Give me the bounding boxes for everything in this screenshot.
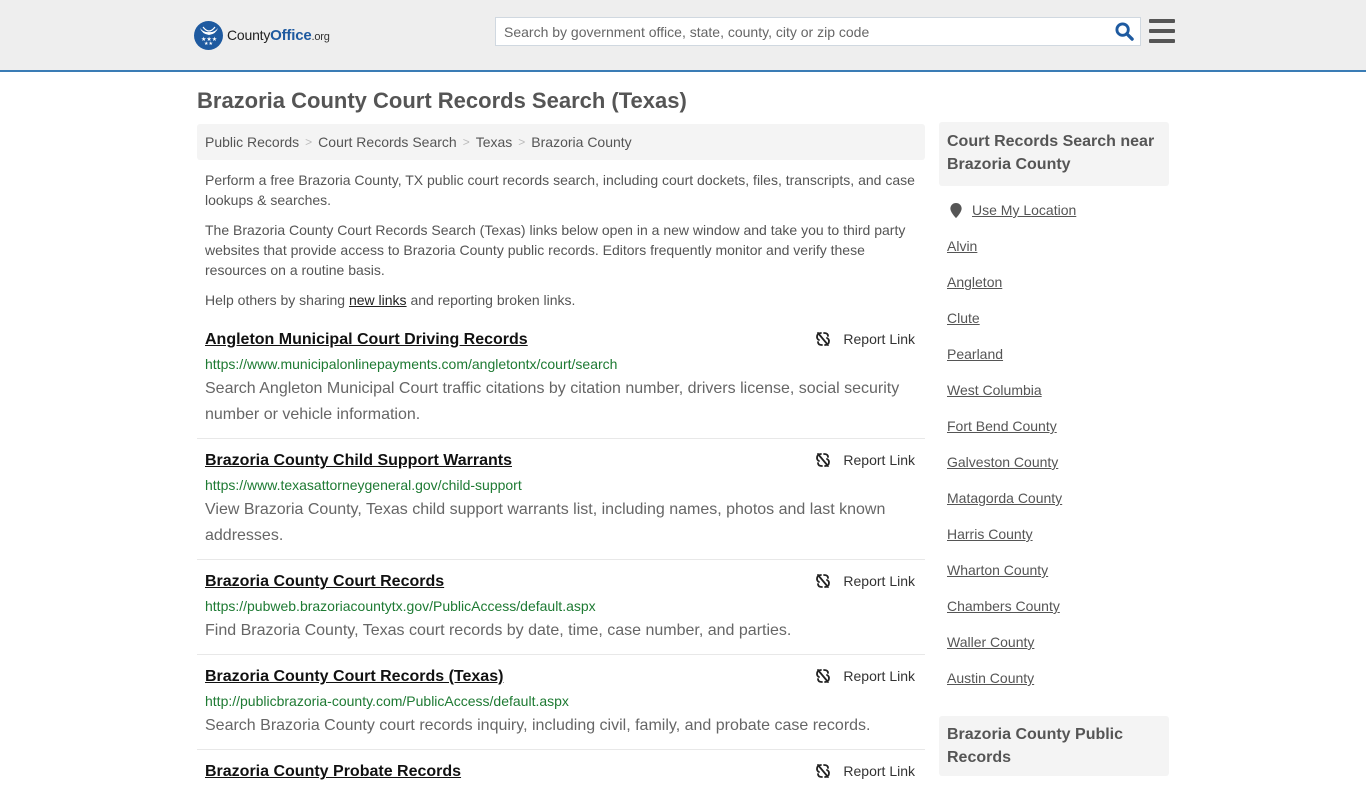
report-link-button[interactable]: Report Link (815, 452, 915, 468)
result-url: https://www.municipalonlinepayments.com/… (205, 356, 618, 372)
sidebar: Court Records Search near Brazoria Count… (939, 122, 1169, 704)
broken-link-icon (816, 764, 831, 778)
eagle-stars-logo-icon: ★★★ ★★ (194, 20, 223, 50)
breadcrumb-separator: > (462, 135, 470, 149)
result-description: View Brazoria County, Texas child suppor… (205, 501, 886, 544)
sidebar-heading-public-records: Brazoria County Public Records (939, 716, 1169, 776)
use-my-location[interactable]: Use My Location (947, 200, 1169, 220)
nearby-link-pearland[interactable]: Pearland (947, 344, 1169, 364)
results-list: Angleton Municipal Court Driving Records… (197, 328, 925, 804)
result-item: Angleton Municipal Court Driving Records… (197, 328, 925, 439)
result-title-link[interactable]: Brazoria County Probate Records (205, 760, 461, 784)
logo-text: CountyOffice.org (227, 26, 330, 44)
use-my-location-link[interactable]: Use My Location (972, 200, 1076, 220)
result-title-link[interactable]: Brazoria County Court Records (Texas) (205, 665, 503, 689)
sidebar-heading: Court Records Search near Brazoria Count… (939, 122, 1169, 186)
result-item: Brazoria County Child Support Warrants R… (197, 449, 925, 560)
nearby-link-angleton[interactable]: Angleton (947, 272, 1169, 292)
intro-paragraph-3: Help others by sharing new links and rep… (205, 292, 576, 308)
report-link-button[interactable]: Report Link (815, 573, 915, 589)
page-title: Brazoria County Court Records Search (Te… (197, 88, 687, 113)
breadcrumb-public-records[interactable]: Public Records (205, 134, 299, 150)
breadcrumb: Public Records > Court Records Search > … (197, 124, 925, 160)
nearby-link-waller-county[interactable]: Waller County (947, 632, 1169, 652)
result-title-link[interactable]: Brazoria County Child Support Warrants (205, 449, 512, 473)
site-logo[interactable]: ★★★ ★★ CountyOffice.org (194, 20, 330, 50)
intro-paragraph-1: Perform a free Brazoria County, TX publi… (205, 172, 915, 208)
breadcrumb-texas[interactable]: Texas (476, 134, 513, 150)
nearby-link-galveston-county[interactable]: Galveston County (947, 452, 1169, 472)
breadcrumb-brazoria-county[interactable]: Brazoria County (531, 134, 631, 150)
nearby-link-west-columbia[interactable]: West Columbia (947, 380, 1169, 400)
result-description: Search Angleton Municipal Court traffic … (205, 380, 900, 423)
breadcrumb-separator: > (518, 135, 526, 149)
nearby-link-chambers-county[interactable]: Chambers County (947, 596, 1169, 616)
nearby-link-wharton-county[interactable]: Wharton County (947, 560, 1169, 580)
nearby-list: Use My Location Alvin Angleton Clute Pea… (939, 200, 1169, 688)
search-bar (495, 17, 1141, 46)
result-item: Brazoria County Probate Records Report L… (197, 760, 925, 794)
site-header: ★★★ ★★ CountyOffice.org (0, 0, 1366, 72)
report-link-button[interactable]: Report Link (815, 331, 915, 347)
hamburger-menu-icon[interactable] (1149, 19, 1175, 43)
result-description: Search Brazoria County court records inq… (205, 717, 871, 734)
result-url: https://pubweb.brazoriacountytx.gov/Publ… (205, 598, 596, 614)
result-description: Find Brazoria County, Texas court record… (205, 622, 792, 639)
breadcrumb-separator: > (305, 135, 313, 149)
intro-paragraph-2: The Brazoria County Court Records Search… (205, 222, 906, 278)
nearby-link-alvin[interactable]: Alvin (947, 236, 1169, 256)
map-pin-icon (950, 202, 962, 218)
search-input[interactable] (496, 18, 1108, 45)
result-item: Brazoria County Court Records (Texas) Re… (197, 665, 925, 750)
search-button[interactable] (1108, 18, 1140, 45)
broken-link-icon (816, 453, 831, 467)
new-links-link[interactable]: new links (349, 292, 407, 308)
result-url: https://www.texasattorneygeneral.gov/chi… (205, 477, 522, 493)
result-title-link[interactable]: Brazoria County Court Records (205, 570, 444, 594)
nearby-link-fort-bend-county[interactable]: Fort Bend County (947, 416, 1169, 436)
broken-link-icon (816, 332, 831, 346)
svg-text:★★: ★★ (204, 41, 213, 45)
nearby-link-matagorda-county[interactable]: Matagorda County (947, 488, 1169, 508)
result-item: Brazoria County Court Records Report Lin… (197, 570, 925, 655)
search-icon (1114, 22, 1134, 41)
report-link-button[interactable]: Report Link (815, 668, 915, 684)
nearby-link-clute[interactable]: Clute (947, 308, 1169, 328)
report-link-button[interactable]: Report Link (815, 763, 915, 779)
broken-link-icon (816, 669, 831, 683)
breadcrumb-court-records-search[interactable]: Court Records Search (318, 134, 457, 150)
result-title-link[interactable]: Angleton Municipal Court Driving Records (205, 328, 528, 352)
nearby-link-harris-county[interactable]: Harris County (947, 524, 1169, 544)
nearby-link-austin-county[interactable]: Austin County (947, 668, 1169, 688)
broken-link-icon (816, 574, 831, 588)
intro-text: Perform a free Brazoria County, TX publi… (205, 170, 920, 320)
result-url: http://publicbrazoria-county.com/PublicA… (205, 693, 569, 709)
